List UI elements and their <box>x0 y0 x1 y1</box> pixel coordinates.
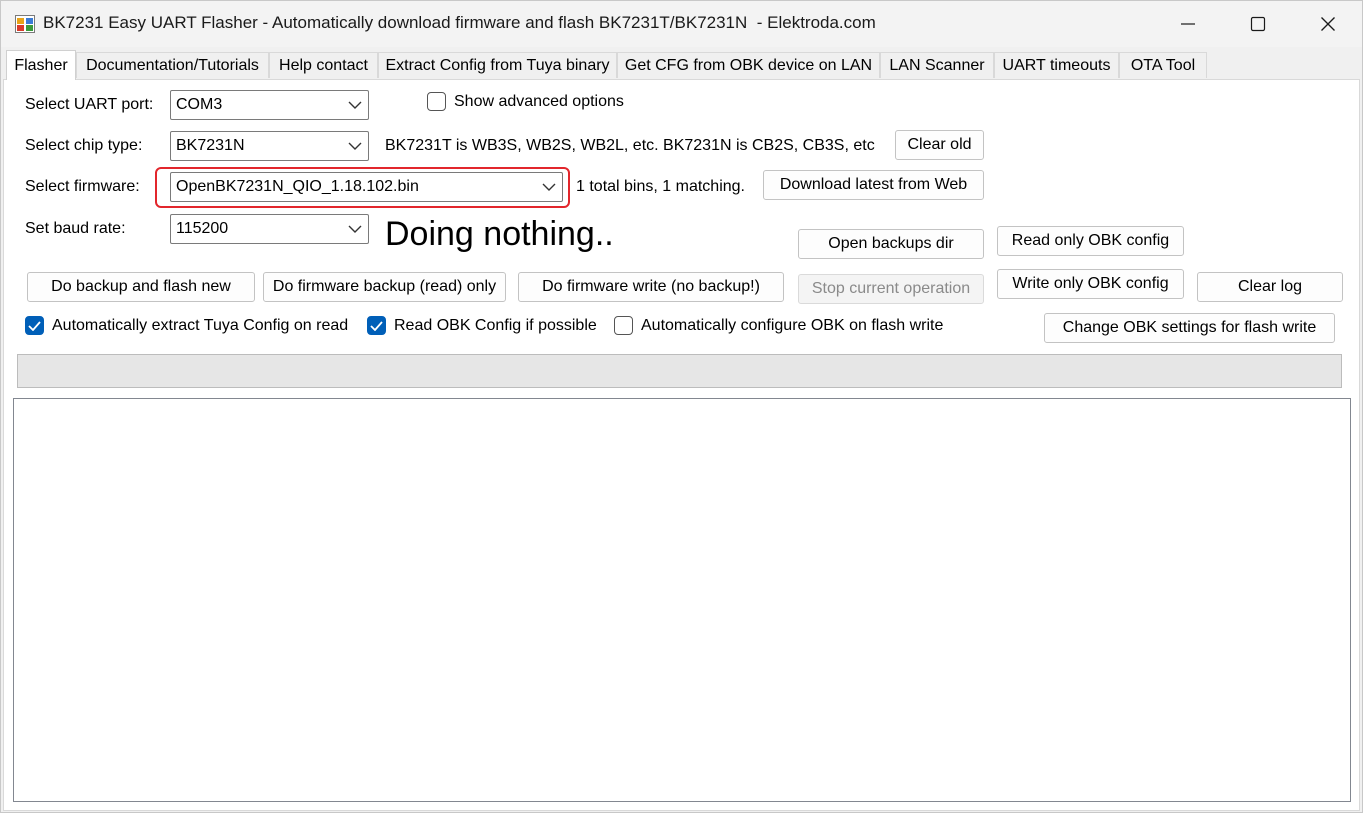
firmware-backup-read-only-button[interactable]: Do firmware backup (read) only <box>263 272 506 302</box>
status-text: Doing nothing.. <box>385 215 614 253</box>
close-icon <box>1321 17 1335 31</box>
clear-old-button[interactable]: Clear old <box>895 130 984 160</box>
checkmark-icon[interactable] <box>367 316 386 335</box>
baud-rate-value: 115200 <box>176 220 229 237</box>
write-only-obk-config-button[interactable]: Write only OBK config <box>997 269 1184 299</box>
show-advanced-box[interactable] <box>427 92 446 111</box>
uart-port-select[interactable]: COM3 <box>170 90 369 120</box>
tab-uart-timeouts[interactable]: UART timeouts <box>994 52 1119 78</box>
minimize-icon <box>1181 23 1195 25</box>
close-button[interactable] <box>1305 1 1351 47</box>
app-window: BK7231 Easy UART Flasher - Automatically… <box>0 0 1363 813</box>
firmware-write-no-backup-button[interactable]: Do firmware write (no backup!) <box>518 272 784 302</box>
tab-flasher[interactable]: Flasher <box>6 50 76 80</box>
open-backups-dir-button[interactable]: Open backups dir <box>798 229 984 259</box>
stop-current-operation-button[interactable]: Stop current operation <box>798 274 984 304</box>
show-advanced-label: Show advanced options <box>454 92 624 110</box>
auto-configure-obk-label: Automatically configure OBK on flash wri… <box>641 316 944 334</box>
chevron-down-icon <box>342 132 368 160</box>
clear-log-button[interactable]: Clear log <box>1197 272 1343 302</box>
chip-info-text: BK7231T is WB3S, WB2S, WB2L, etc. BK7231… <box>385 137 875 154</box>
minimize-button[interactable] <box>1165 1 1211 47</box>
uart-port-value: COM3 <box>176 96 223 113</box>
app-icon <box>15 15 35 33</box>
auto-extract-tuya-checkbox[interactable]: Automatically extract Tuya Config on rea… <box>25 316 348 335</box>
auto-configure-obk-box[interactable] <box>614 316 633 335</box>
read-obk-config-checkbox[interactable]: Read OBK Config if possible <box>367 316 597 335</box>
uart-port-label: Select UART port: <box>25 96 154 113</box>
show-advanced-checkbox[interactable]: Show advanced options <box>427 92 624 111</box>
maximize-icon <box>1250 16 1266 32</box>
window-title: BK7231 Easy UART Flasher - Automatically… <box>43 13 876 32</box>
chevron-down-icon <box>342 91 368 119</box>
tab-extract-config[interactable]: Extract Config from Tuya binary <box>378 52 617 78</box>
chevron-down-icon <box>342 215 368 243</box>
firmware-highlight <box>155 167 570 208</box>
change-obk-settings-button[interactable]: Change OBK settings for flash write <box>1044 313 1335 343</box>
bins-info-text: 1 total bins, 1 matching. <box>576 178 745 195</box>
tab-lan-scanner[interactable]: LAN Scanner <box>880 52 994 78</box>
tab-get-cfg-obk[interactable]: Get CFG from OBK device on LAN <box>617 52 880 78</box>
log-textarea[interactable] <box>13 398 1351 802</box>
chip-type-select[interactable]: BK7231N <box>170 131 369 161</box>
backup-and-flash-button[interactable]: Do backup and flash new <box>27 272 255 302</box>
read-obk-config-label: Read OBK Config if possible <box>394 316 597 334</box>
tab-help-contact[interactable]: Help contact <box>269 52 378 78</box>
baud-rate-select[interactable]: 115200 <box>170 214 369 244</box>
baud-rate-label: Set baud rate: <box>25 220 126 237</box>
download-latest-button[interactable]: Download latest from Web <box>763 170 984 200</box>
tab-documentation-tutorials[interactable]: Documentation/Tutorials <box>76 52 269 78</box>
progress-bar <box>17 354 1342 388</box>
chip-type-value: BK7231N <box>176 137 245 154</box>
auto-extract-tuya-label: Automatically extract Tuya Config on rea… <box>52 316 349 334</box>
title-bar: BK7231 Easy UART Flasher - Automatically… <box>1 1 1362 47</box>
firmware-label: Select firmware: <box>25 178 140 195</box>
read-only-obk-config-button[interactable]: Read only OBK config <box>997 226 1184 256</box>
maximize-button[interactable] <box>1235 1 1281 47</box>
auto-configure-obk-checkbox[interactable]: Automatically configure OBK on flash wri… <box>614 316 943 335</box>
chip-type-label: Select chip type: <box>25 137 143 154</box>
checkmark-icon[interactable] <box>25 316 44 335</box>
tab-ota-tool[interactable]: OTA Tool <box>1119 52 1207 78</box>
